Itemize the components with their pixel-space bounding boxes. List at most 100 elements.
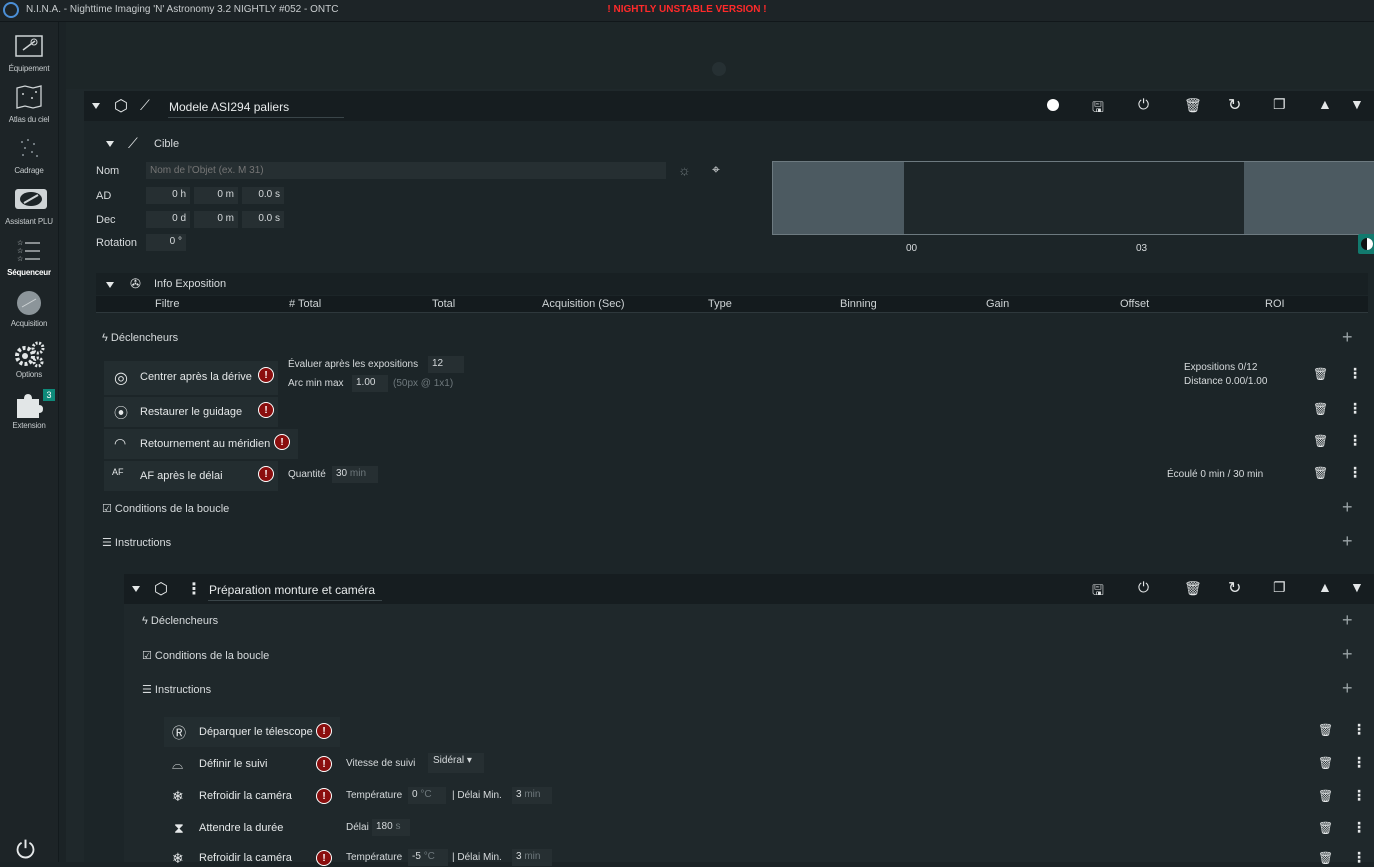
move-up-icon[interactable]: ▲ — [1318, 579, 1332, 595]
dec-seconds-field[interactable]: 0.0 s — [242, 211, 284, 228]
sidebar-item-sequencer[interactable]: ☆ ☆ ☆ Séquenceur — [0, 238, 58, 277]
error-icon[interactable]: ! — [258, 466, 274, 482]
sun-icon[interactable]: ☼ — [678, 162, 691, 178]
min-delay-input[interactable]: 3 min — [512, 787, 552, 804]
instruction-item-unpark[interactable]: Ⓡ Déparquer le télescope — [164, 717, 340, 747]
sidebar: Équipement Atlas du ciel Cadrage Assista… — [0, 22, 59, 865]
reset-power-icon[interactable]: ⏻ — [1138, 579, 1149, 596]
more-options-icon[interactable]: ⋮ — [1352, 849, 1366, 866]
drag-handle-icon[interactable]: ⋮ — [186, 579, 202, 599]
trash-icon[interactable]: 🗑 — [1318, 723, 1333, 737]
sidebar-item-extension[interactable]: 3 Extension — [0, 389, 58, 430]
evaluate-after-exposures-input[interactable]: 12 — [428, 356, 464, 373]
copy-icon[interactable]: ❐ — [1273, 579, 1286, 596]
save-icon[interactable]: 🖫 — [1092, 580, 1104, 604]
ra-seconds-field[interactable]: 0.0 s — [242, 187, 284, 204]
instruction-name[interactable]: Refroidir la caméra — [199, 790, 292, 802]
error-icon[interactable]: ! — [316, 850, 332, 866]
sidebar-item-label: Options — [15, 370, 43, 379]
more-options-icon[interactable]: ⋮ — [1348, 365, 1362, 382]
rotation-field[interactable]: 0 ° — [146, 234, 186, 251]
refresh-icon[interactable]: ↻ — [1228, 578, 1241, 598]
trash-icon[interactable]: 🗑 — [1313, 434, 1328, 448]
instruction-name[interactable]: Attendre la durée — [199, 822, 283, 834]
error-icon[interactable]: ! — [316, 723, 332, 739]
error-icon[interactable]: ! — [316, 788, 332, 804]
container-title[interactable]: Modele ASI294 paliers — [169, 100, 289, 114]
trash-icon[interactable]: 🗑 — [1313, 402, 1328, 416]
tracking-rate-select[interactable]: Sidéral ▾ — [428, 753, 484, 773]
ra-minutes-field[interactable]: 0 m — [194, 187, 238, 204]
instruction-name[interactable]: Refroidir la caméra — [199, 852, 292, 864]
trash-icon[interactable]: 🗑 — [1184, 580, 1202, 597]
trash-icon[interactable]: 🗑 — [1318, 851, 1333, 865]
power-icon[interactable]: ⏻ — [16, 837, 35, 865]
trash-icon[interactable]: 🗑 — [1313, 367, 1328, 381]
add-trigger-icon[interactable]: + — [1342, 610, 1353, 631]
add-instruction-icon[interactable]: + — [1342, 531, 1353, 552]
more-options-icon[interactable]: ⋮ — [1352, 819, 1366, 836]
af-amount-input[interactable]: 30 min — [332, 466, 378, 483]
more-options-icon[interactable]: ⋮ — [1352, 787, 1366, 804]
min-delay-input[interactable]: 3 min — [512, 849, 552, 866]
sidebar-item-label: Assistant PLU — [5, 217, 53, 226]
error-icon[interactable]: ! — [274, 434, 290, 450]
sequencer-icon: ☆ ☆ ☆ — [14, 238, 44, 266]
move-up-icon[interactable]: ▲ — [1318, 96, 1332, 112]
refresh-icon[interactable]: ↻ — [1228, 95, 1241, 115]
sidebar-item-framing[interactable]: Cadrage — [0, 136, 58, 175]
location-pin-icon[interactable]: ⌖ — [712, 161, 720, 178]
trash-icon[interactable]: 🗑 — [1318, 756, 1333, 770]
sidebar-item-options[interactable]: Options — [0, 340, 58, 379]
wait-delay-input[interactable]: 180 s — [372, 819, 410, 836]
arc-min-max-input[interactable]: 1.00 — [352, 375, 388, 392]
sidebar-item-sky-atlas[interactable]: Atlas du ciel — [0, 85, 58, 124]
target-name-input[interactable] — [146, 162, 666, 179]
target-collapse-icon[interactable] — [106, 141, 114, 147]
sidebar-item-flat-wizard[interactable]: Assistant PLU — [0, 187, 58, 226]
collapse-toggle-icon[interactable] — [132, 586, 140, 592]
dec-minutes-field[interactable]: 0 m — [194, 211, 238, 228]
more-options-icon[interactable]: ⋮ — [1348, 432, 1362, 449]
trigger-item-af-after-time[interactable]: AF AF après le délai — [104, 461, 278, 491]
record-icon[interactable] — [1047, 99, 1059, 111]
svg-text:☆: ☆ — [17, 247, 23, 255]
sidebar-item-equipment[interactable]: Équipement — [0, 34, 58, 73]
move-down-icon[interactable]: ▼ — [1350, 579, 1364, 595]
add-condition-icon[interactable]: + — [1342, 497, 1353, 518]
error-icon[interactable]: ! — [258, 367, 274, 383]
more-options-icon[interactable]: ⋮ — [1352, 754, 1366, 771]
instruction-name[interactable]: Définir le suivi — [199, 758, 267, 770]
more-options-icon[interactable]: ⋮ — [1348, 464, 1362, 481]
moon-phase-icon[interactable] — [1358, 234, 1374, 254]
more-options-icon[interactable]: ⋮ — [1352, 721, 1366, 738]
move-down-icon[interactable]: ▼ — [1350, 96, 1364, 112]
add-trigger-icon[interactable]: + — [1342, 327, 1353, 348]
sub-container-title[interactable]: Préparation monture et caméra — [209, 583, 375, 597]
exposure-collapse-icon[interactable] — [106, 282, 114, 288]
error-icon[interactable]: ! — [316, 756, 332, 772]
reset-power-icon[interactable]: ⏻ — [1138, 96, 1149, 113]
trigger-item-restore-guiding[interactable]: ⦿ Restaurer le guidage — [104, 397, 278, 427]
dec-degrees-field[interactable]: 0 d — [146, 211, 190, 228]
error-icon[interactable]: ! — [258, 402, 274, 418]
trash-icon[interactable]: 🗑 — [1318, 821, 1333, 835]
temperature-input[interactable]: 0 °C — [408, 787, 446, 804]
trash-icon[interactable]: 🗑 — [1318, 789, 1333, 803]
dec-degrees-unit: d — [180, 213, 186, 224]
trash-icon[interactable]: 🗑 — [1184, 97, 1202, 114]
more-options-icon[interactable]: ⋮ — [1348, 400, 1362, 417]
ra-hours-field[interactable]: 0 h — [146, 187, 190, 204]
collapse-toggle-icon[interactable] — [92, 103, 100, 109]
add-instruction-icon[interactable]: + — [1342, 678, 1353, 699]
add-condition-icon[interactable]: + — [1342, 644, 1353, 665]
trigger-name: Retournement au méridien — [140, 438, 271, 450]
save-icon[interactable]: 🖫 — [1092, 97, 1104, 121]
sidebar-item-imaging[interactable]: Acquisition — [0, 289, 58, 328]
trash-icon[interactable]: 🗑 — [1313, 466, 1328, 480]
trigger-item-center-after-drift[interactable]: ◎ Centrer après la dérive — [104, 361, 278, 395]
temperature-input[interactable]: -5 °C — [408, 849, 448, 866]
target-section-title: Cible — [154, 138, 180, 150]
copy-icon[interactable]: ❐ — [1273, 96, 1286, 113]
trigger-item-meridian-flip[interactable]: ◠ Retournement au méridien — [104, 429, 298, 459]
